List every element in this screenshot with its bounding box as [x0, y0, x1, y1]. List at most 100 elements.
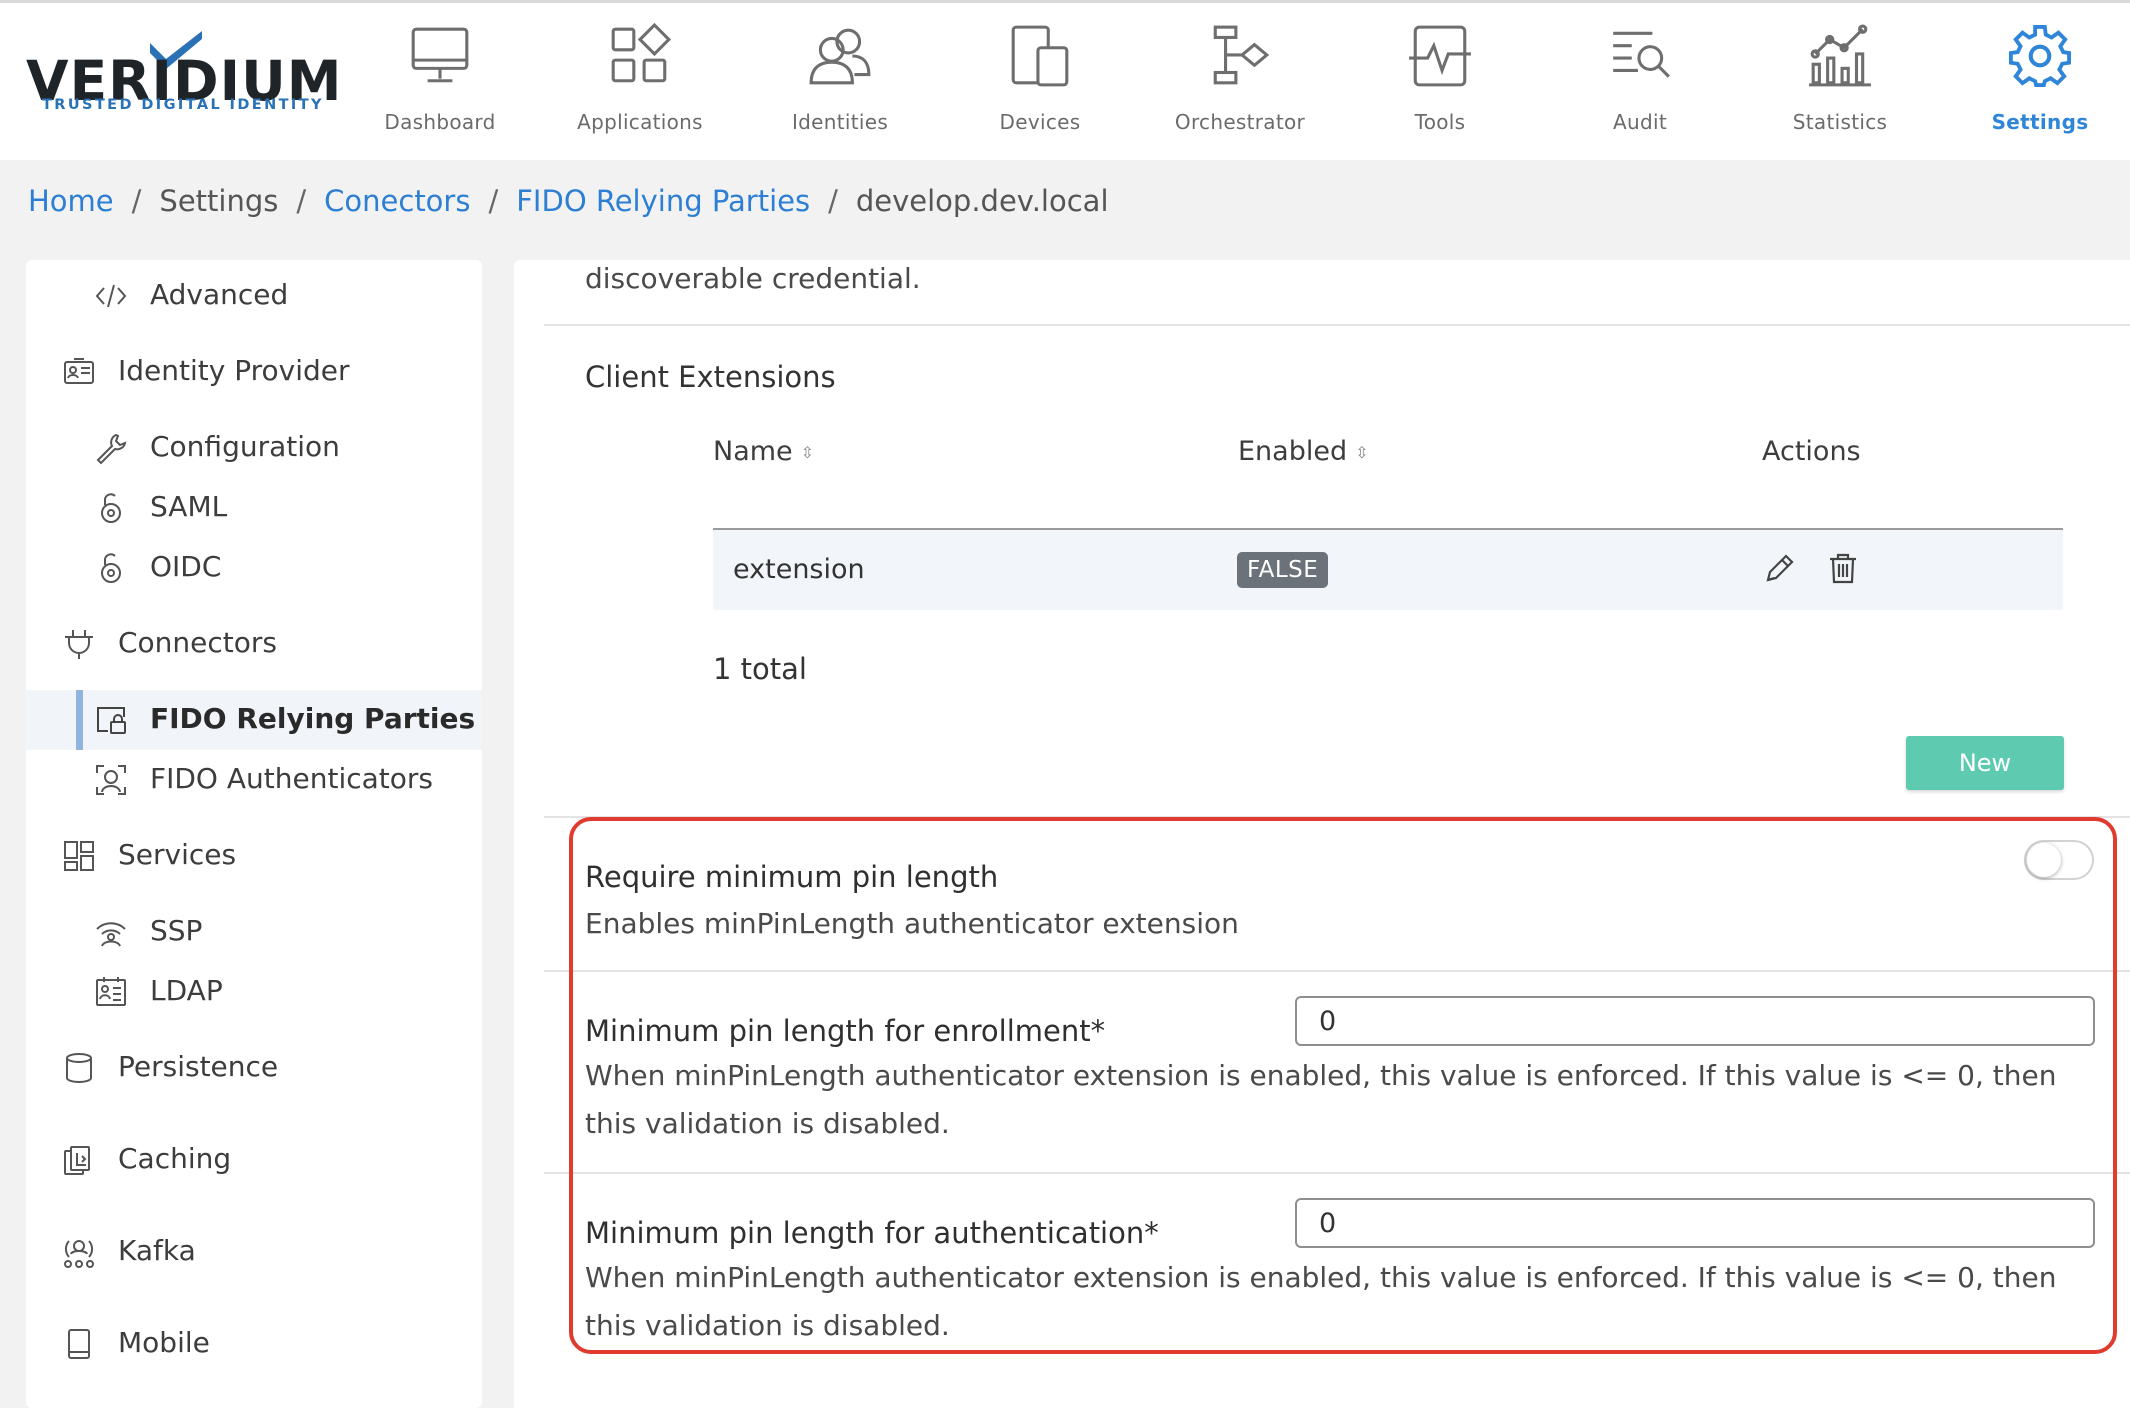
main-nav: Dashboard Applications Identities Device… [340, 3, 2110, 163]
edit-pencil-icon[interactable] [1762, 550, 1798, 586]
divider [544, 970, 2130, 972]
mobile-icon [62, 1327, 96, 1361]
sidebar-item-kafka[interactable]: Kafka [26, 1222, 482, 1282]
stats-icon [1809, 24, 1871, 87]
column-header-label: Enabled [1238, 436, 1348, 467]
nav-orchestrator[interactable]: Orchestrator [1140, 3, 1340, 163]
logo-tagline: TRUSTED DIGITAL IDENTITY [42, 97, 324, 113]
min-pin-authentication-title: Minimum pin length for authentication* [585, 1216, 1159, 1250]
column-header-label: Name [713, 436, 793, 467]
min-pin-enrollment-input[interactable] [1295, 996, 2095, 1046]
trash-icon[interactable] [1825, 550, 1861, 586]
list-search-icon [1613, 31, 1670, 78]
gear-icon [2008, 24, 2071, 87]
nav-label: Tools [1414, 110, 1466, 134]
key-lock-icon [94, 491, 128, 525]
veridium-logo[interactable]: VERIDIUM TRUSTED DIGITAL IDENTITY [26, 27, 341, 127]
id-card-icon [62, 355, 96, 389]
sidebar-item-caching[interactable]: Caching [26, 1130, 482, 1190]
sidebar-item-label: Configuration [150, 430, 340, 463]
divider [544, 324, 2130, 326]
breadcrumb-separator: / [131, 184, 142, 218]
sidebar-item-configuration[interactable]: Configuration [26, 418, 482, 478]
client-extensions-title: Client Extensions [585, 360, 836, 394]
toggle-knob [2027, 843, 2061, 877]
divider [544, 816, 2130, 818]
sidebar-item-label: SAML [150, 490, 228, 523]
extension-name-cell: extension [733, 554, 865, 585]
services-grid-icon [62, 839, 96, 873]
require-min-pin-description: Enables minPinLength authenticator exten… [585, 907, 1239, 940]
plug-icon [62, 627, 96, 661]
column-header-enabled[interactable]: Enabled ⇳ [1238, 436, 1369, 467]
breadcrumb-current: develop.dev.local [855, 184, 1109, 218]
breadcrumb-separator: / [296, 184, 307, 218]
sidebar-item-connectors[interactable]: Connectors [26, 614, 482, 674]
nav-label: Dashboard [384, 110, 496, 134]
sidebar-item-ssp[interactable]: SSP [26, 902, 482, 962]
apps-grid-icon [611, 23, 672, 83]
cache-icon [62, 1143, 96, 1177]
code-icon [94, 279, 128, 313]
sidebar-item-oidc[interactable]: OIDC [26, 538, 482, 598]
column-header-name[interactable]: Name ⇳ [713, 436, 814, 467]
sidebar-item-label: Caching [118, 1142, 232, 1175]
nav-identities[interactable]: Identities [740, 3, 940, 163]
breadcrumb-home[interactable]: Home [28, 184, 114, 218]
users-icon [809, 28, 871, 85]
sidebar-item-label: OIDC [150, 550, 222, 583]
pulse-icon [1409, 25, 1471, 87]
column-header-actions: Actions [1762, 436, 1861, 467]
divider [544, 1172, 2130, 1174]
sort-icon[interactable]: ⇳ [1355, 444, 1368, 460]
nav-devices[interactable]: Devices [940, 3, 1140, 163]
nav-audit[interactable]: Audit [1540, 3, 1740, 163]
sort-icon[interactable]: ⇳ [801, 444, 814, 460]
breadcrumb-connectors[interactable]: Conectors [324, 184, 470, 218]
nav-label: Devices [999, 110, 1081, 134]
sidebar-item-fido-relying-parties[interactable]: FIDO Relying Parties [26, 690, 482, 750]
sidebar-item-label: SSP [150, 914, 203, 947]
sidebar-item-ldap[interactable]: LDAP [26, 962, 482, 1022]
sidebar-item-label: Mobile [118, 1326, 210, 1359]
sidebar-item-fido-authenticators[interactable]: FIDO Authenticators [26, 750, 482, 810]
sidebar-item-mobile[interactable]: Mobile [26, 1314, 482, 1374]
nav-statistics[interactable]: Statistics [1740, 3, 1940, 163]
breadcrumb-settings: Settings [159, 184, 279, 218]
monitor-icon [411, 27, 469, 83]
sidebar-item-label: Advanced [150, 278, 289, 311]
sidebar-item-persistence[interactable]: Persistence [26, 1038, 482, 1098]
wrench-icon [94, 431, 128, 465]
nav-label: Applications [577, 110, 703, 134]
min-pin-enrollment-description: When minPinLength authenticator extensio… [585, 1059, 2057, 1140]
nav-settings[interactable]: Settings [1940, 3, 2130, 163]
sidebar-item-services[interactable]: Services [26, 826, 482, 886]
sidebar-item-identity-provider[interactable]: Identity Provider [26, 342, 482, 402]
flow-icon [1213, 25, 1270, 85]
key-lock-icon [94, 551, 128, 585]
previous-setting-description: discoverable credential. [585, 262, 921, 295]
nav-applications[interactable]: Applications [540, 3, 740, 163]
breadcrumb: Home / Settings / Conectors / FIDO Relying Par… [28, 184, 1109, 218]
sidebar-item-label: FIDO Relying Parties [150, 702, 476, 735]
directory-icon [94, 975, 128, 1009]
sidebar-item-label: FIDO Authenticators [150, 762, 433, 795]
require-min-pin-title: Require minimum pin length [585, 860, 999, 894]
database-icon [62, 1051, 96, 1085]
sidebar-item-advanced[interactable]: Advanced [26, 266, 482, 326]
nav-label: Orchestrator [1174, 110, 1306, 134]
fido-lock-icon [94, 703, 128, 737]
nav-tools[interactable]: Tools [1340, 3, 1540, 163]
min-pin-authentication-description: When minPinLength authenticator extensio… [585, 1261, 2057, 1342]
breadcrumb-fido-relying-parties[interactable]: FIDO Relying Parties [516, 184, 810, 218]
breadcrumb-separator: / [488, 184, 499, 218]
nav-label: Identities [791, 110, 889, 134]
top-navigation-bar: VERIDIUM TRUSTED DIGITAL IDENTITY Dashbo… [0, 0, 2130, 160]
min-pin-authentication-input[interactable] [1295, 1198, 2095, 1248]
min-pin-enrollment-title: Minimum pin length for enrollment* [585, 1014, 1106, 1048]
sidebar-item-saml[interactable]: SAML [26, 478, 482, 538]
new-extension-button[interactable]: New [1906, 736, 2064, 790]
nav-label: Statistics [1792, 110, 1888, 134]
nav-dashboard[interactable]: Dashboard [340, 3, 540, 163]
require-min-pin-toggle[interactable] [2024, 840, 2094, 880]
